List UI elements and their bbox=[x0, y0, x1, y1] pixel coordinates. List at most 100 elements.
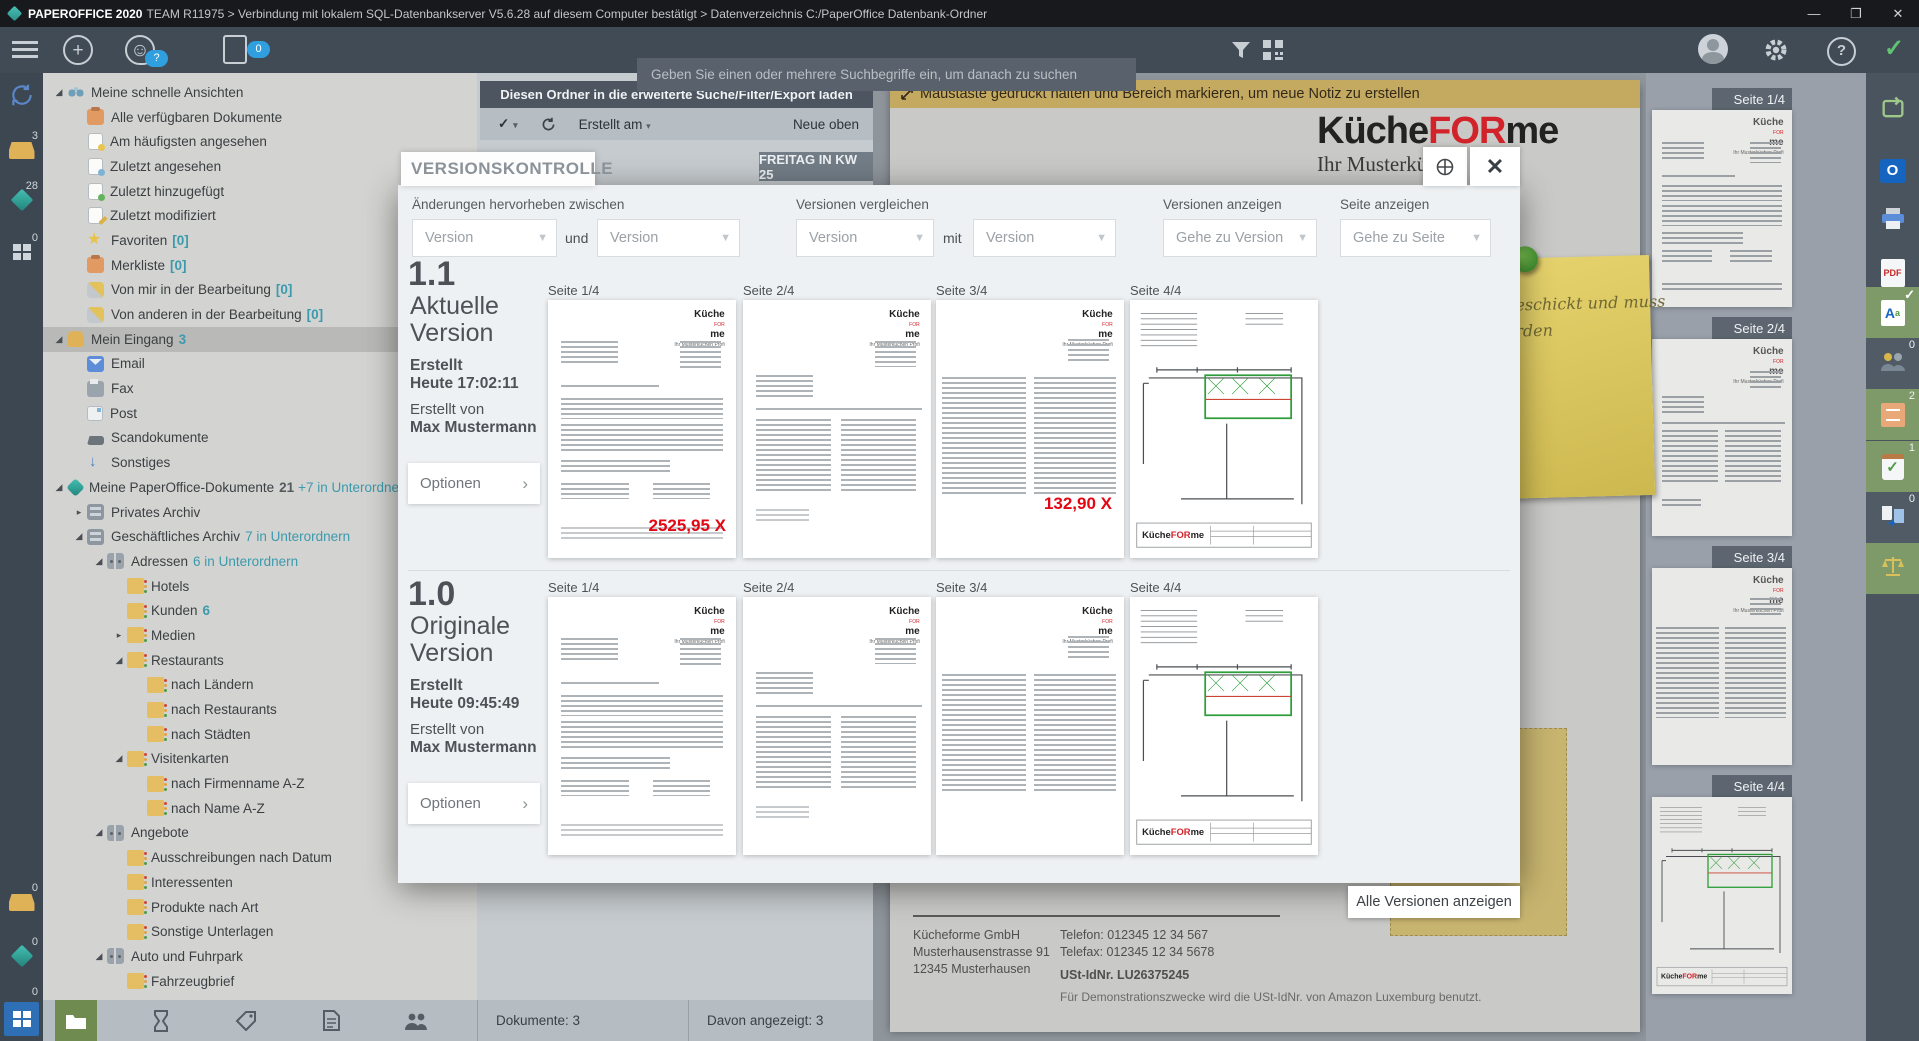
collapse-icon[interactable]: ◢ bbox=[91, 827, 107, 838]
sidebar-item-sonstige-unterlagen[interactable]: Sonstige Unterlagen bbox=[43, 919, 477, 944]
document-page-thumbnail[interactable]: KücheFORmeIhr Musterküchen Profi bbox=[1652, 568, 1792, 765]
right-action-rail: OPDFAa✓02✓10 bbox=[1866, 73, 1919, 1041]
help-assistant-icon[interactable]: ☺ ? bbox=[125, 35, 155, 65]
clipboard-icon[interactable]: 0 bbox=[223, 35, 247, 64]
document-page-thumbnail[interactable]: KücheFORmeIhr Musterküchen Profi bbox=[936, 597, 1124, 855]
outlook-icon[interactable]: O bbox=[1866, 145, 1919, 196]
copy-pages-icon[interactable]: 0 bbox=[1866, 492, 1919, 543]
document-page-thumbnail[interactable]: KücheFORme bbox=[1130, 597, 1318, 855]
maximize-button[interactable]: ❐ bbox=[1835, 0, 1877, 27]
sticky-note-icon[interactable]: 2 bbox=[1866, 389, 1919, 440]
clipboard-check-icon[interactable]: ✓1 bbox=[1866, 441, 1919, 492]
document-page-thumbnail[interactable]: KücheFORmeIhr Musterküchen Profi bbox=[743, 300, 931, 558]
printer-icon[interactable] bbox=[1866, 196, 1919, 247]
expand-icon[interactable]: ▸ bbox=[71, 507, 87, 518]
help-icon[interactable]: ? bbox=[1827, 37, 1856, 66]
sidebar-item-label: Visitenkarten bbox=[151, 751, 229, 766]
dialog-close-button[interactable]: ✕ bbox=[1470, 147, 1520, 186]
collapse-icon[interactable]: ◢ bbox=[51, 334, 67, 345]
version-dropdown[interactable]: Version▼ bbox=[597, 219, 740, 257]
collapse-icon[interactable]: ◢ bbox=[111, 753, 127, 764]
settings-gear-icon[interactable] bbox=[1763, 37, 1789, 68]
binder-icon bbox=[107, 948, 124, 964]
close-button[interactable]: ✕ bbox=[1877, 0, 1919, 27]
options-button[interactable]: Optionen› bbox=[408, 783, 540, 824]
scale-icon[interactable] bbox=[1866, 543, 1919, 594]
folder-icon-active[interactable] bbox=[55, 1000, 97, 1041]
document-icon[interactable] bbox=[310, 1000, 352, 1041]
sidebar-item-am-h-ufigsten-angesehen[interactable]: Am häufigsten angesehen bbox=[43, 129, 477, 154]
version-dropdown[interactable]: Gehe zu Seite▼ bbox=[1340, 219, 1491, 257]
collapse-icon[interactable]: ◢ bbox=[71, 531, 87, 542]
people-icon[interactable]: 0 bbox=[1866, 338, 1919, 389]
version-dropdown[interactable]: Version▼ bbox=[973, 219, 1116, 257]
options-button[interactable]: Optionen› bbox=[408, 463, 540, 504]
sort-order-label[interactable]: Neue oben bbox=[793, 117, 859, 132]
document-page-thumbnail[interactable]: KücheFORmeIhr Musterküchen Profi bbox=[1652, 110, 1792, 307]
sidebar-item-label: Sonstiges bbox=[111, 455, 170, 470]
sidebar-item-meine-schnelle-ansichten[interactable]: ◢Meine schnelle Ansichten bbox=[43, 80, 477, 105]
doc-pencil-icon bbox=[88, 207, 103, 224]
clipboard-icon bbox=[87, 257, 104, 273]
show-all-versions-button[interactable]: Alle Versionen anzeigen bbox=[1348, 886, 1520, 918]
sidebar-item-label: Mein Eingang bbox=[91, 332, 174, 347]
collapse-icon[interactable]: ◢ bbox=[111, 655, 127, 666]
footer-company-line: Kücheforme GmbH bbox=[913, 927, 1050, 944]
inbox-icon[interactable]: 3 bbox=[0, 130, 43, 164]
add-document-button[interactable]: + bbox=[63, 35, 93, 65]
select-all-check-icon[interactable]: ✓ ▾ bbox=[498, 116, 518, 132]
sidebar-item-alle-verf-gbaren-dokumente[interactable]: Alle verfügbaren Dokumente bbox=[43, 105, 477, 130]
sidebar-item-label: Meine PaperOffice-Dokumente bbox=[89, 480, 274, 495]
fake-text-lines bbox=[561, 398, 723, 419]
qr-scan-icon[interactable] bbox=[1262, 39, 1284, 66]
collapse-icon[interactable]: ◢ bbox=[51, 87, 67, 98]
document-page-thumbnail[interactable]: KücheFORmeIhr Musterküchen Profi132,90 X bbox=[936, 300, 1124, 558]
filter-icon[interactable] bbox=[1230, 39, 1252, 66]
sidebar-item-fahrzeugbrief[interactable]: Fahrzeugbrief bbox=[43, 969, 477, 994]
collapse-icon[interactable]: ◢ bbox=[91, 951, 107, 962]
sidebar-item-auto-und-fuhrpark[interactable]: ◢Auto und Fuhrpark bbox=[43, 944, 477, 969]
sidebar-item-label: Angebote bbox=[131, 825, 189, 840]
confirm-check-icon[interactable]: ✓ bbox=[1884, 34, 1904, 63]
fake-text-lines bbox=[561, 424, 723, 452]
translate-icon[interactable]: Aa✓ bbox=[1866, 287, 1919, 338]
tag-icon[interactable] bbox=[225, 1000, 267, 1041]
sync-icon[interactable] bbox=[0, 82, 43, 113]
minimize-button[interactable]: — bbox=[1793, 0, 1835, 27]
sort-field-dropdown[interactable]: Erstellt am ▾ bbox=[579, 117, 651, 132]
version-dropdown[interactable]: Gehe zu Version▼ bbox=[1163, 219, 1317, 257]
expand-icon[interactable]: ▸ bbox=[111, 630, 127, 641]
search-input[interactable] bbox=[637, 58, 1136, 91]
collapse-icon[interactable]: ◢ bbox=[91, 556, 107, 567]
status-bar: Dokumente: 3 Davon angezeigt: 3 bbox=[43, 1000, 873, 1041]
document-page-thumbnail[interactable]: KücheFORme bbox=[1652, 797, 1792, 994]
sidebar-item-label: Interessenten bbox=[151, 875, 233, 890]
collapse-icon[interactable]: ◢ bbox=[51, 482, 67, 493]
inbox-icon[interactable]: 0 bbox=[0, 882, 43, 916]
document-page-thumbnail[interactable]: KücheFORmeIhr Musterküchen Profi bbox=[743, 597, 931, 855]
menu-icon[interactable] bbox=[12, 35, 38, 44]
hourglass-icon[interactable] bbox=[140, 1000, 182, 1041]
sidebar-item-produkte-nach-art[interactable]: Produkte nach Art bbox=[43, 895, 477, 920]
refresh-icon[interactable] bbox=[540, 116, 557, 133]
win-grid-icon[interactable]: 0 bbox=[0, 232, 43, 265]
version-dropdown[interactable]: Version▼ bbox=[796, 219, 934, 257]
document-page-thumbnail[interactable]: KücheFORmeIhr Musterküchen Profi bbox=[1652, 339, 1792, 536]
diamond-icon[interactable]: 0 bbox=[0, 936, 43, 969]
version-dropdown[interactable]: Version▼ bbox=[412, 219, 557, 257]
fake-text-lines bbox=[1662, 499, 1701, 509]
document-page-thumbnail[interactable]: KücheFORmeIhr Musterküchen Profi2525,95 … bbox=[548, 300, 736, 558]
fake-text-lines bbox=[1662, 430, 1718, 485]
sync-green-icon[interactable] bbox=[1866, 85, 1919, 136]
windows-tile-icon[interactable]: 0 bbox=[0, 986, 43, 1038]
people-icon[interactable] bbox=[395, 1000, 437, 1041]
windows-tile-icon[interactable] bbox=[4, 1002, 39, 1036]
dialog-move-button[interactable] bbox=[1423, 147, 1467, 186]
fake-text-lines bbox=[841, 419, 916, 491]
user-avatar[interactable] bbox=[1698, 34, 1728, 64]
document-page-thumbnail[interactable]: KücheFORme bbox=[1130, 300, 1318, 558]
documents-count: Dokumente: 3 bbox=[478, 1013, 598, 1028]
diamond-icon[interactable]: 28 bbox=[0, 180, 43, 213]
document-page-thumbnail[interactable]: KücheFORmeIhr Musterküchen Profi bbox=[548, 597, 736, 855]
help-badge: ? bbox=[145, 50, 168, 67]
